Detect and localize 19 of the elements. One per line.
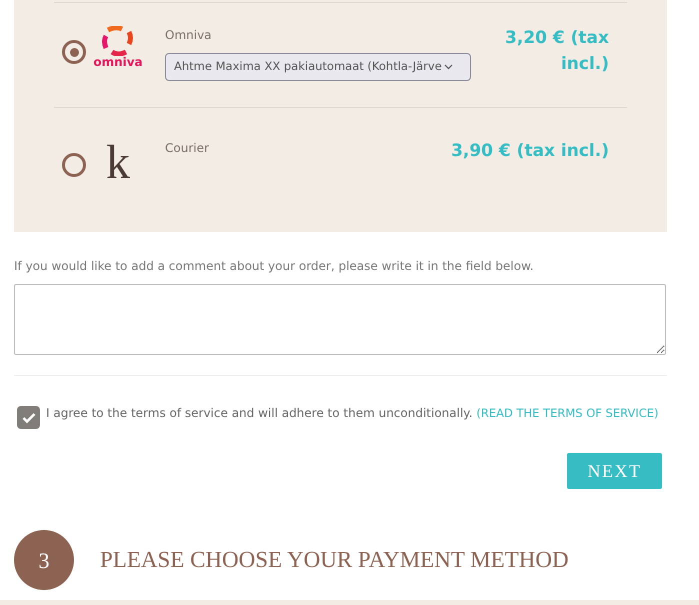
price: 3,20 € (tax incl.) <box>505 28 609 74</box>
terms-checkbox[interactable] <box>17 406 40 429</box>
price: 3,90 € (tax incl.) <box>451 141 609 161</box>
chevron-down-icon <box>444 64 453 70</box>
carrier-name: Courier <box>165 140 210 157</box>
comment-instructions: If you would like to add a comment about your order, please write it in the field below. <box>14 258 535 275</box>
terms-text: I agree to the terms of service and will adhere to them unconditionally. <box>46 406 473 420</box>
radio-button[interactable] <box>62 40 86 64</box>
courier-logo: k <box>105 139 131 187</box>
next-button[interactable]: NEXT <box>567 453 662 489</box>
comment-field[interactable] <box>14 284 666 355</box>
step-number: 3 <box>14 530 74 590</box>
radio-button[interactable] <box>62 153 86 177</box>
carrier-name: Omniva <box>165 27 213 44</box>
pickup-point-dropdown[interactable]: Ahtme Maxima XX pakiautomaat (Kohtla-Järve <box>165 53 471 81</box>
terms-link[interactable]: (READ THE TERMS OF SERVICE) <box>476 406 659 420</box>
omniva-logo: omniva <box>92 26 144 68</box>
step-title: PLEASE CHOOSE YOUR PAYMENT METHOD <box>100 546 569 574</box>
checkmark-icon <box>22 412 36 424</box>
